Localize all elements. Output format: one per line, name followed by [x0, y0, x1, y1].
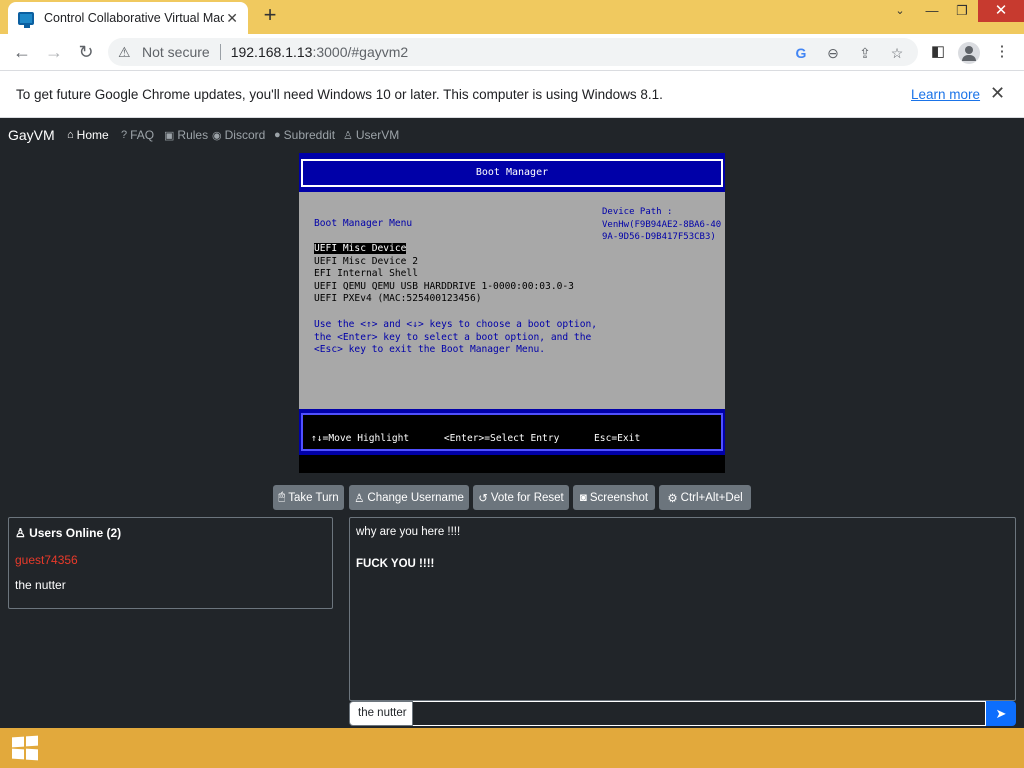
vm-help-text: Use the <↑> and <↓> keys to choose a boo… [314, 319, 598, 356]
take-turn-button[interactable]: 🖱 Take Turn [273, 485, 344, 510]
forward-arrow-icon[interactable]: → [40, 38, 68, 66]
windows-taskbar [0, 728, 1024, 768]
undo-icon: ↺ [478, 492, 488, 505]
divider [219, 44, 221, 60]
browser-titlebar: Control Collaborative Virtual Mac ✕ + ⌄ … [0, 0, 1024, 34]
user-list-item[interactable]: guest74356 [15, 553, 78, 567]
reddit-icon: ● [274, 129, 281, 141]
nav-rules-label: Rules [177, 128, 209, 142]
home-icon: ⌂ [67, 129, 74, 141]
infobar-message: To get future Google Chrome updates, you… [16, 87, 663, 102]
vm-display[interactable]: Boot Manager Boot Manager Menu Device Pa… [299, 153, 725, 473]
nav-home-label: Home [76, 128, 109, 142]
url-host: 192.168.1.13 [230, 44, 313, 60]
tab-close-icon[interactable]: ✕ [226, 10, 238, 27]
bookmark-star-icon[interactable]: ☆ [886, 42, 908, 64]
ctrl-alt-del-button[interactable]: ⚙ Ctrl+Alt+Del [659, 485, 751, 510]
take-turn-label: Take Turn [288, 491, 339, 504]
windows-start-icon[interactable] [12, 735, 38, 761]
vm-option-selected[interactable]: UEFI Misc Device [314, 243, 407, 254]
nav-faq-label: FAQ [130, 128, 155, 142]
nav-uservm[interactable]: ♙ UserVM [343, 128, 399, 142]
minimize-button[interactable]: — [916, 0, 948, 22]
vm-option[interactable]: UEFI QEMU QEMU USB HARDDRIVE 1-0000:00:0… [314, 281, 574, 294]
vm-header-title: Boot Manager [301, 159, 723, 187]
back-arrow-icon[interactable]: ← [8, 38, 36, 66]
vm-option-list: UEFI Misc Device [314, 243, 407, 256]
mouse-icon: 🖱 [278, 491, 286, 503]
nav-discord[interactable]: ◉ Discord [212, 128, 265, 142]
side-panel-icon[interactable]: ◧ [926, 40, 950, 64]
send-button[interactable]: ➤ [986, 701, 1016, 726]
nav-subreddit[interactable]: ● Subreddit [274, 128, 335, 142]
chat-message-input[interactable] [413, 701, 986, 726]
nav-uservm-label: UserVM [355, 128, 400, 142]
vote-reset-button[interactable]: ↺ Vote for Reset [473, 485, 569, 510]
change-username-button[interactable]: ♙ Change Username [349, 485, 469, 510]
clipboard-icon: ▣ [164, 129, 175, 142]
tab-search-icon[interactable]: ⌄ [884, 0, 916, 22]
window-close-button[interactable]: ✕ [978, 0, 1024, 22]
nav-home[interactable]: ⌂ Home [67, 128, 109, 142]
new-tab-button[interactable]: + [258, 4, 282, 28]
user-icon: ♙ [15, 526, 30, 540]
site-brand[interactable]: GayVM [8, 127, 55, 143]
update-infobar: To get future Google Chrome updates, you… [0, 70, 1024, 118]
share-icon[interactable]: ⇪ [854, 42, 876, 64]
vm-footer-band: ↑↓=Move Highlight <Enter>=Select Entry E… [299, 409, 725, 455]
kebab-menu-icon[interactable]: ⋮ [990, 40, 1014, 64]
user-icon: ♙ [343, 129, 353, 142]
vm-option[interactable]: UEFI Misc Device 2 [314, 256, 418, 269]
site-navbar: GayVM ⌂ Home ? FAQ ▣ Rules ◉ Discord ● Subred… [0, 118, 1024, 152]
zoom-icon[interactable]: ⊖ [822, 42, 844, 64]
chat-input-row: the nutter ➤ [349, 701, 1016, 726]
screenshot-button[interactable]: ◙ Screenshot [573, 485, 655, 510]
vm-option[interactable]: EFI Internal Shell [314, 268, 418, 281]
discord-icon: ◉ [212, 129, 222, 142]
vm-option[interactable]: UEFI PXEv4 (MAC:525400123456) [314, 293, 482, 306]
users-online-title: ♙ Users Online (2) [15, 526, 121, 540]
url-text[interactable]: 192.168.1.13:3000/#gayvm2 [231, 44, 408, 60]
vote-reset-label: Vote for Reset [490, 491, 564, 504]
users-online-title-text: Users Online (2) [29, 526, 122, 540]
user-list-item[interactable]: the nutter [15, 578, 66, 592]
google-icon[interactable]: G [790, 42, 812, 64]
browser-tab[interactable]: Control Collaborative Virtual Mac ✕ [8, 2, 248, 34]
warning-triangle-icon[interactable]: ⚠ [118, 44, 134, 60]
monitor-favicon-icon [18, 11, 34, 28]
paper-plane-icon: ➤ [995, 706, 1007, 721]
chat-username-label: the nutter [349, 701, 413, 726]
browser-toolbar: ← → ↻ ⚠ Not secure 192.168.1.13:3000/#ga… [0, 34, 1024, 70]
screenshot-label: Screenshot [589, 491, 649, 504]
chat-message: why are you here !!!! [356, 526, 461, 538]
reload-icon[interactable]: ↻ [72, 38, 100, 66]
nav-discord-label: Discord [224, 128, 266, 142]
vm-footer-keys: ↑↓=Move Highlight <Enter>=Select Entry E… [301, 413, 723, 451]
user-edit-icon: ♙ [354, 492, 365, 505]
chat-panel[interactable]: why are you here !!!! FUCK YOU !!!! [349, 517, 1016, 701]
camera-icon: ◙ [579, 491, 587, 504]
url-path: :3000/#gayvm2 [312, 44, 409, 60]
not-secure-label[interactable]: Not secure [142, 44, 210, 60]
change-username-label: Change Username [367, 491, 464, 504]
learn-more-link[interactable]: Learn more [911, 87, 980, 102]
ctrl-alt-del-label: Ctrl+Alt+Del [680, 491, 743, 504]
gear-icon: ⚙ [667, 492, 678, 505]
infobar-close-icon[interactable]: ✕ [990, 83, 1005, 104]
address-bar[interactable]: ⚠ Not secure 192.168.1.13:3000/#gayvm2 G… [108, 38, 918, 66]
vm-bottom-strip [299, 455, 725, 473]
vm-menu-title: Boot Manager Menu [314, 218, 413, 229]
users-online-panel: ♙ Users Online (2) guest74356 the nutter [8, 517, 333, 609]
question-icon: ? [121, 129, 128, 141]
chat-message: FUCK YOU !!!! [356, 558, 435, 570]
nav-subreddit-label: Subreddit [283, 128, 336, 142]
profile-avatar-icon[interactable] [958, 42, 980, 64]
nav-rules[interactable]: ▣ Rules [164, 128, 208, 142]
nav-faq[interactable]: ? FAQ [121, 128, 154, 142]
tab-title: Control Collaborative Virtual Mac [44, 11, 224, 25]
restore-button[interactable]: ❐ [946, 0, 978, 22]
vm-device-path: Device Path : VenHw(F9B94AE2-8BA6-40 9A-… [602, 207, 722, 242]
